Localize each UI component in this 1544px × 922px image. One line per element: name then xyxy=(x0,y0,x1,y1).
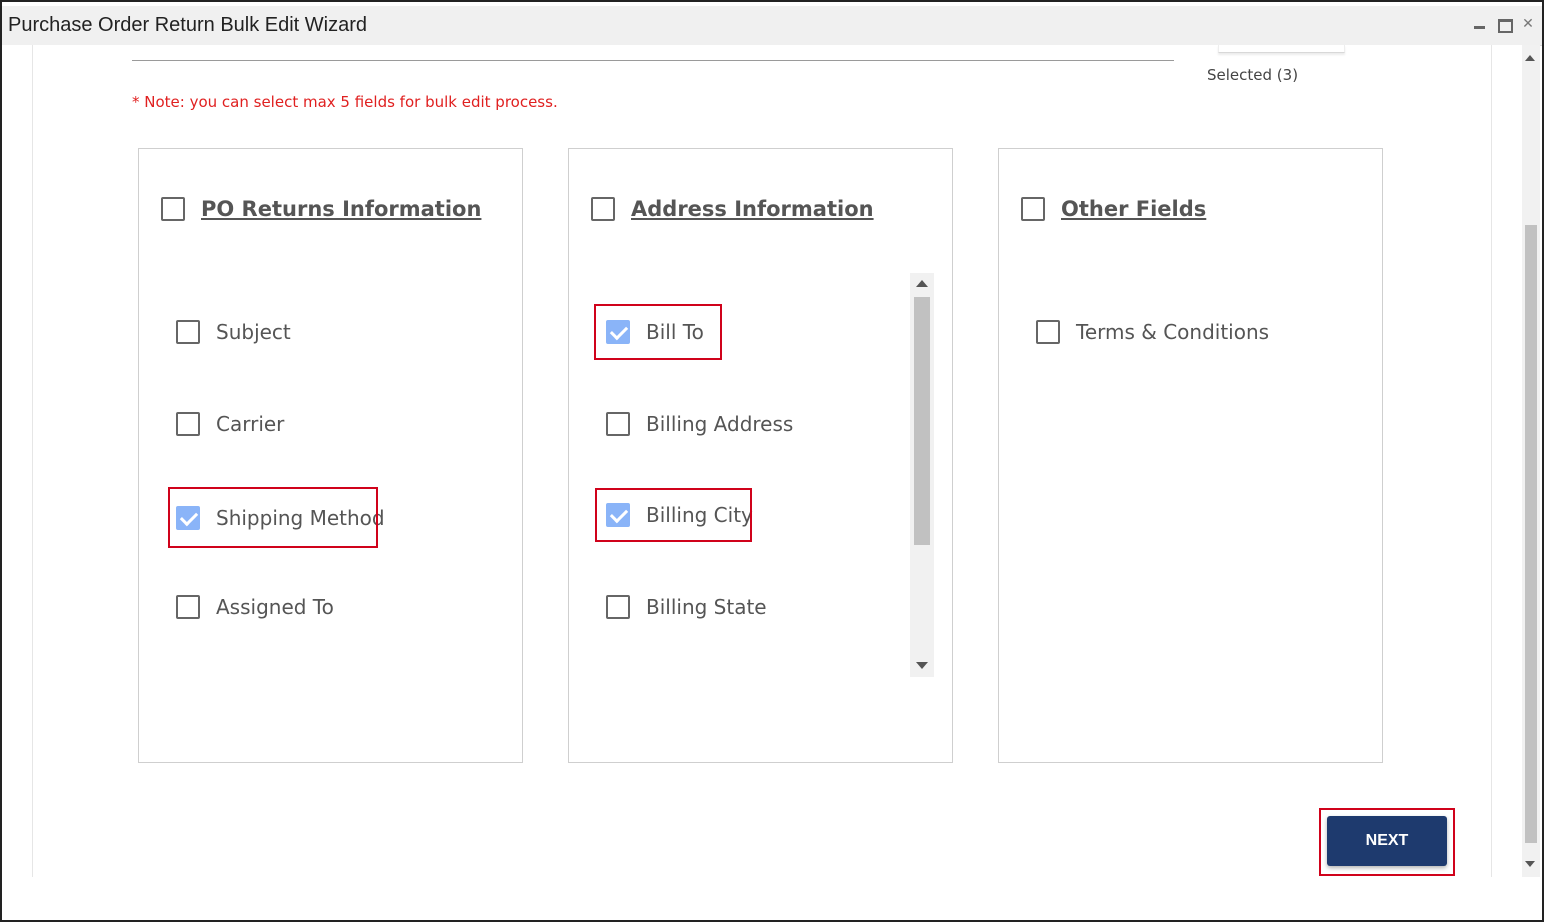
field-checkbox[interactable] xyxy=(606,320,630,344)
field-checkbox[interactable] xyxy=(1036,320,1060,344)
field-billing-city[interactable]: Billing City xyxy=(595,488,753,542)
close-icon[interactable]: ✕ xyxy=(1520,16,1536,32)
card-other-fields: Other Fields Terms & Conditions xyxy=(998,148,1383,763)
maximize-icon[interactable] xyxy=(1496,16,1513,33)
card-header[interactable]: Address Information xyxy=(591,197,874,221)
field-bill-to[interactable]: Bill To xyxy=(594,304,722,360)
window-title: Purchase Order Return Bulk Edit Wizard xyxy=(8,14,368,36)
divider xyxy=(132,60,1174,61)
scroll-down-icon[interactable] xyxy=(1525,861,1535,867)
card-header[interactable]: Other Fields xyxy=(1021,197,1206,221)
field-label: Assigned To xyxy=(216,595,334,619)
field-billing-address[interactable]: Billing Address xyxy=(606,412,793,436)
scrollbar-thumb[interactable] xyxy=(1525,225,1537,843)
field-shipping-method[interactable]: Shipping Method xyxy=(168,487,385,548)
field-assigned-to[interactable]: Assigned To xyxy=(176,595,334,619)
field-checkbox[interactable] xyxy=(176,320,200,344)
selected-dropdown[interactable] xyxy=(1218,45,1345,53)
card-title[interactable]: PO Returns Information xyxy=(201,197,481,221)
field-label: Subject xyxy=(216,320,291,344)
card-po-returns-information: PO Returns Information Subject Carrier S… xyxy=(138,148,523,763)
scrollbar-thumb[interactable] xyxy=(914,297,930,545)
select-all-checkbox[interactable] xyxy=(1021,197,1045,221)
field-label: Bill To xyxy=(646,320,704,344)
scroll-up-icon[interactable] xyxy=(916,280,928,287)
max-fields-note: * Note: you can select max 5 fields for … xyxy=(132,93,558,111)
card-title[interactable]: Address Information xyxy=(631,197,874,221)
scroll-up-icon[interactable] xyxy=(1525,55,1535,61)
selected-count: Selected (3) xyxy=(1207,66,1299,84)
wizard-content: Selected (3) * Note: you can select max … xyxy=(2,45,1522,877)
window-scrollbar[interactable] xyxy=(1522,45,1540,877)
field-label: Shipping Method xyxy=(216,505,385,530)
field-label: Billing Address xyxy=(646,412,794,436)
field-label: Terms & Conditions xyxy=(1076,320,1270,344)
field-checkbox[interactable] xyxy=(606,412,630,436)
field-checkbox[interactable] xyxy=(176,412,200,436)
select-all-checkbox[interactable] xyxy=(161,197,185,221)
field-checkbox[interactable] xyxy=(606,595,630,619)
field-checkbox[interactable] xyxy=(606,503,630,527)
field-label: Billing City xyxy=(646,503,753,527)
field-label: Billing State xyxy=(646,595,767,619)
card-address-information: Address Information Bill To Billing Addr… xyxy=(568,148,953,763)
field-carrier[interactable]: Carrier xyxy=(176,412,284,436)
next-button[interactable]: NEXT xyxy=(1327,816,1447,866)
scroll-down-icon[interactable] xyxy=(916,662,928,669)
field-billing-state[interactable]: Billing State xyxy=(606,595,767,619)
field-terms-conditions[interactable]: Terms & Conditions xyxy=(1036,320,1269,344)
field-list-scrollbar[interactable] xyxy=(910,273,934,677)
window-controls: ✕ xyxy=(1472,16,1536,33)
field-checkbox[interactable] xyxy=(176,595,200,619)
next-button-highlight: NEXT xyxy=(1319,808,1455,876)
card-title[interactable]: Other Fields xyxy=(1061,197,1206,221)
field-label: Carrier xyxy=(216,412,285,436)
minimize-icon[interactable] xyxy=(1472,16,1488,32)
field-subject[interactable]: Subject xyxy=(176,320,291,344)
field-checkbox[interactable] xyxy=(176,505,200,530)
card-header[interactable]: PO Returns Information xyxy=(161,197,481,221)
select-all-checkbox[interactable] xyxy=(591,197,615,221)
title-bar: Purchase Order Return Bulk Edit Wizard ✕ xyxy=(2,6,1542,46)
